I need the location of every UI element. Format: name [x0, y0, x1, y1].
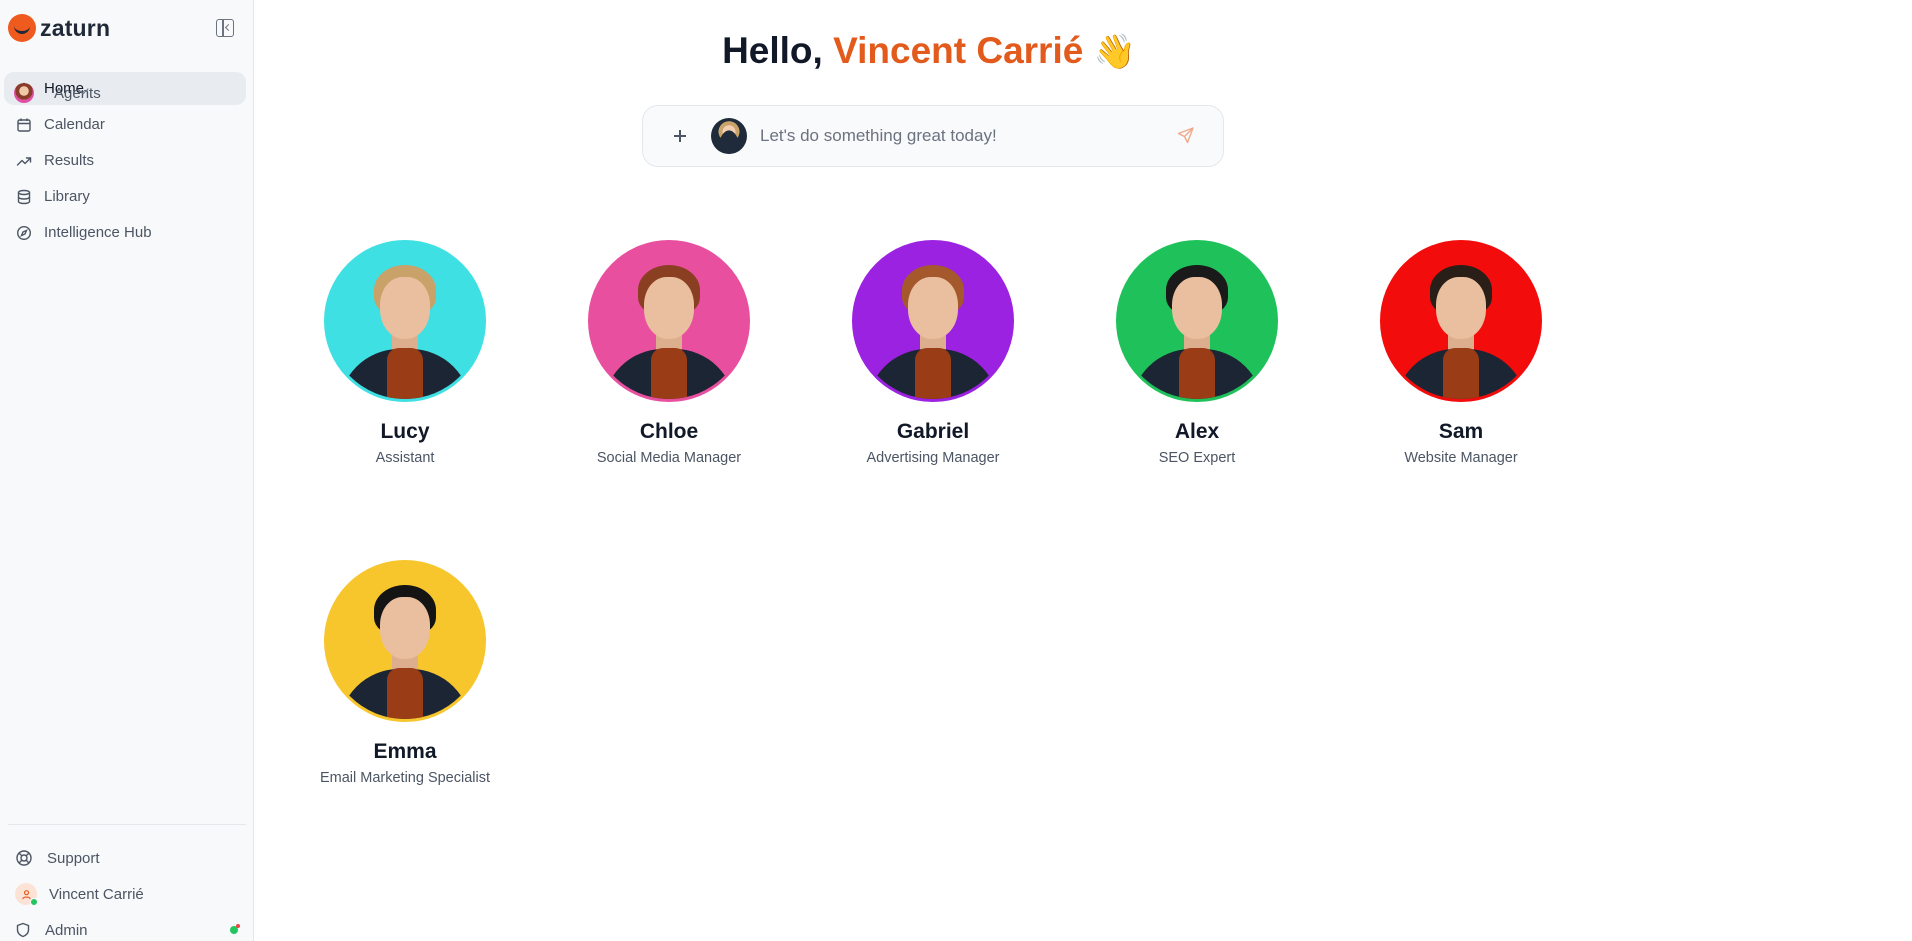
greeting-name: Vincent Carrié — [833, 30, 1084, 71]
agent-shirt — [1179, 347, 1215, 399]
agent-role: Advertising Manager — [866, 450, 1000, 466]
agent-shirt — [651, 347, 687, 399]
agent-name: Lucy — [380, 420, 430, 443]
sidebar-item-label: Results — [44, 152, 95, 169]
sidebar-item-library[interactable]: Library — [4, 180, 246, 213]
sidebar-nav: Home Agents Calendar Results Library Int… — [4, 72, 246, 252]
zaturn-logo-icon — [8, 14, 36, 42]
sidebar-collapse-icon[interactable] — [216, 19, 234, 37]
sidebar-item-calendar[interactable]: Calendar — [4, 108, 246, 141]
agent-face — [380, 597, 430, 660]
agent-name: Sam — [1438, 420, 1484, 443]
waving-hand-icon: 👋 — [1093, 33, 1136, 71]
agent-card-sam[interactable]: Sam Website Manager — [1351, 240, 1571, 466]
sidebar-item-intelligence-hub[interactable]: Intelligence Hub — [4, 216, 246, 249]
page-title: Hello, Vincent Carrié 👋 — [254, 30, 1604, 72]
agent-face — [1172, 277, 1222, 340]
agent-name: Emma — [373, 740, 437, 763]
agent-card-gabriel[interactable]: Gabriel Advertising Manager — [823, 240, 1043, 466]
admin-label: Admin — [45, 921, 88, 939]
logo[interactable]: zaturn — [8, 14, 110, 42]
agent-avatar — [1380, 240, 1542, 402]
agent-face — [1436, 277, 1486, 340]
user-avatar — [15, 883, 38, 906]
agent-name: Chloe — [639, 420, 699, 443]
compass-icon — [16, 225, 32, 240]
agent-avatar — [324, 240, 486, 402]
lifebuoy-icon — [16, 850, 32, 866]
agent-avatar — [324, 560, 486, 722]
agent-avatar — [1116, 240, 1278, 402]
agent-name: Gabriel — [896, 420, 970, 443]
shield-icon — [16, 922, 30, 938]
agent-avatar — [852, 240, 1014, 402]
send-button[interactable] — [1177, 126, 1197, 146]
sidebar-item-label: Calendar — [44, 116, 105, 133]
send-icon — [1177, 127, 1194, 144]
trending-up-icon — [16, 156, 32, 166]
support-label: Support — [47, 849, 100, 867]
sidebar-divider — [8, 824, 246, 825]
agent-card-lucy[interactable]: Lucy Assistant — [295, 240, 515, 466]
agent-role: Social Media Manager — [596, 450, 742, 466]
agent-face — [380, 277, 430, 340]
sidebar-item-label: Intelligence Hub — [44, 224, 152, 241]
admin-status-dot — [230, 924, 240, 934]
agent-card-alex[interactable]: Alex SEO Expert — [1087, 240, 1307, 466]
sidebar-item-label: Library — [44, 188, 90, 205]
agent-card-chloe[interactable]: Chloe Social Media Manager — [559, 240, 779, 466]
prompt-input[interactable] — [760, 126, 1177, 146]
user-icon — [21, 889, 31, 899]
sidebar-bottom: Support Vincent Carrié Admin — [8, 840, 246, 941]
agents-avatar — [14, 83, 34, 103]
agent-avatar — [588, 240, 750, 402]
agent-shirt — [387, 347, 423, 399]
agent-role: Assistant — [375, 450, 435, 466]
agent-card-emma[interactable]: Emma Email Marketing Specialist — [295, 560, 515, 786]
calendar-icon — [17, 118, 31, 132]
app-name: zaturn — [40, 14, 111, 41]
sidebar-item-results[interactable]: Results — [4, 144, 246, 177]
sidebar: zaturn Home Agents Calendar Results Libr… — [0, 0, 254, 941]
selected-agent-avatar[interactable] — [711, 118, 747, 154]
admin-link[interactable]: Admin — [8, 912, 246, 941]
user-name: Vincent Carrié — [49, 885, 144, 903]
add-icon[interactable] — [670, 126, 690, 146]
user-profile[interactable]: Vincent Carrié — [8, 876, 246, 912]
greeting-prefix: Hello, — [722, 30, 823, 71]
prompt-bar — [642, 105, 1224, 167]
agent-shirt — [387, 667, 423, 719]
agent-shirt — [1443, 347, 1479, 399]
online-status-dot — [30, 898, 38, 906]
agent-role: SEO Expert — [1158, 450, 1236, 466]
agent-name: Alex — [1174, 420, 1220, 443]
agent-role: Website Manager — [1404, 450, 1518, 466]
agent-face — [908, 277, 958, 340]
support-link[interactable]: Support — [8, 840, 246, 876]
database-icon — [17, 189, 31, 204]
agent-shirt — [915, 347, 951, 399]
agent-role: Email Marketing Specialist — [319, 770, 491, 786]
agent-face — [644, 277, 694, 340]
